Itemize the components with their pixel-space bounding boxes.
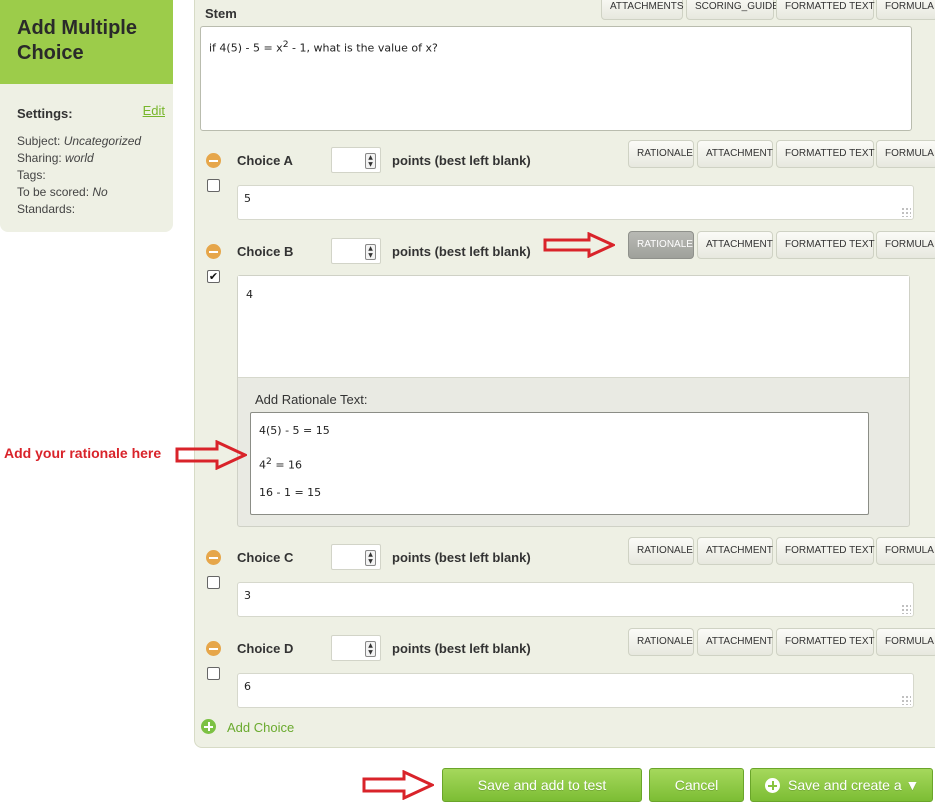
- rationale-line-2-base: 4: [259, 458, 266, 472]
- stem-attachments-button[interactable]: ATTACHMENTS: [601, 0, 684, 20]
- stem-formatted-text-button[interactable]: FORMATTED TEXT: [776, 0, 875, 20]
- choice-c-points-label: points (best left blank): [392, 550, 531, 565]
- stem-label: Stem: [205, 6, 237, 21]
- choice-c-attachment-button[interactable]: ATTACHMENT: [697, 537, 773, 565]
- scored-label: To be scored:: [17, 185, 90, 199]
- choice-d-attachment-button[interactable]: ATTACHMENT: [697, 628, 773, 656]
- settings-row: Settings: Edit: [17, 103, 165, 121]
- stem-text-end: - 1, what is the value of x?: [288, 41, 438, 55]
- settings-meta: Subject: Uncategorized Sharing: world Ta…: [17, 133, 167, 218]
- page-title: Add Multiple Choice: [17, 17, 137, 64]
- choice-d-answer-text: 6: [244, 680, 251, 693]
- sharing-line: Sharing: world: [17, 150, 167, 167]
- choice-a-formula-button[interactable]: FORMULA: [876, 140, 935, 168]
- choice-c-answer-text: 3: [244, 589, 251, 602]
- subject-label: Subject:: [17, 134, 61, 148]
- add-choice-plus-icon: [201, 719, 216, 734]
- rationale-text-input[interactable]: 4(5) - 5 = 15 42 = 16 16 - 1 = 15: [250, 412, 869, 515]
- spinner-arrows-icon[interactable]: ▲ ▼: [365, 550, 376, 566]
- choice-b-label: Choice B: [237, 244, 294, 259]
- sidebar-header: Add Multiple Choice: [0, 0, 173, 84]
- choice-d-points-input[interactable]: ▲ ▼: [331, 635, 381, 661]
- choice-a-points-input[interactable]: ▲ ▼: [331, 147, 381, 173]
- choice-a-correct-checkbox[interactable]: [207, 179, 220, 192]
- stem-scoring-guide-button[interactable]: SCORING_GUIDE: [686, 0, 779, 20]
- edit-settings-link[interactable]: Edit: [143, 103, 165, 118]
- choice-d-rationale-button[interactable]: RATIONALE: [628, 628, 694, 656]
- settings-sidebar: Add Multiple Choice Settings: Edit Subje…: [0, 0, 173, 232]
- choice-c-rationale-button[interactable]: RATIONALE: [628, 537, 694, 565]
- standards-label: Standards:: [17, 202, 76, 216]
- choice-b-formatted-text-button[interactable]: FORMATTED TEXT: [776, 231, 875, 259]
- choice-a-formatted-text-button[interactable]: FORMATTED TEXT: [776, 140, 875, 168]
- choice-b-points-label: points (best left blank): [392, 244, 531, 259]
- choice-d-points-label: points (best left blank): [392, 641, 531, 656]
- choice-d-label: Choice D: [237, 641, 294, 656]
- annotation-text: Add your rationale here: [4, 445, 162, 461]
- annotation-arrow-icon: [175, 440, 247, 470]
- choice-c-label: Choice C: [237, 550, 294, 565]
- remove-choice-d-icon[interactable]: [206, 641, 221, 656]
- subject-line: Subject: Uncategorized: [17, 133, 167, 150]
- stem-text-start: if 4(5) - 5 = x: [209, 41, 283, 55]
- choice-b-points-input[interactable]: ▲ ▼: [331, 238, 381, 264]
- tags-label: Tags:: [17, 168, 46, 182]
- rationale-line-2: 42 = 16: [259, 454, 860, 485]
- subject-value: Uncategorized: [63, 134, 142, 148]
- sharing-value: world: [65, 151, 94, 165]
- choice-c-correct-checkbox[interactable]: [207, 576, 220, 589]
- choice-a-attachment-button[interactable]: ATTACHMENT: [697, 140, 773, 168]
- spinner-arrows-icon[interactable]: ▲ ▼: [365, 244, 376, 260]
- choice-a-answer-text: 5: [244, 192, 251, 205]
- resize-grip-icon[interactable]: [901, 604, 911, 614]
- rationale-label: Add Rationale Text:: [255, 392, 368, 407]
- sharing-label: Sharing:: [17, 151, 62, 165]
- plus-circle-icon: [765, 778, 780, 793]
- choice-c-answer-input[interactable]: 3: [237, 582, 914, 617]
- choice-d-formula-button[interactable]: FORMULA: [876, 628, 935, 656]
- remove-choice-c-icon[interactable]: [206, 550, 221, 565]
- scored-value: No: [92, 185, 108, 199]
- scored-line: To be scored: No: [17, 184, 167, 201]
- annotation-arrow-icon: [362, 770, 434, 800]
- remove-choice-b-icon[interactable]: [206, 244, 221, 259]
- settings-label: Settings:: [17, 106, 73, 121]
- choice-d-answer-input[interactable]: 6: [237, 673, 914, 708]
- choice-b-answer-input[interactable]: 4: [238, 276, 909, 378]
- save-and-create-dropdown-button[interactable]: Save and create a ▼: [750, 768, 933, 802]
- rationale-line-2-rest: = 16: [271, 458, 303, 472]
- choice-d-correct-checkbox[interactable]: [207, 667, 220, 680]
- cancel-button[interactable]: Cancel: [649, 768, 744, 802]
- annotation-arrow-icon: [543, 232, 615, 258]
- spinner-arrows-icon[interactable]: ▲ ▼: [365, 641, 376, 657]
- spinner-arrows-icon[interactable]: ▲ ▼: [365, 153, 376, 169]
- choice-c-formula-button[interactable]: FORMULA: [876, 537, 935, 565]
- rationale-line-1: 4(5) - 5 = 15: [259, 424, 330, 437]
- choice-c-formatted-text-button[interactable]: FORMATTED TEXT: [776, 537, 875, 565]
- choice-a-answer-input[interactable]: 5: [237, 185, 914, 220]
- resize-grip-icon[interactable]: [901, 695, 911, 705]
- remove-choice-a-icon[interactable]: [206, 153, 221, 168]
- choice-b-correct-checkbox[interactable]: ✔: [207, 270, 220, 283]
- resize-grip-icon[interactable]: [901, 207, 911, 217]
- save-and-create-label: Save and create a ▼: [788, 777, 920, 793]
- choice-b-attachment-button[interactable]: ATTACHMENT: [697, 231, 773, 259]
- stem-input[interactable]: if 4(5) - 5 = x2 - 1, what is the value …: [200, 26, 912, 131]
- choice-a-rationale-button[interactable]: RATIONALE: [628, 140, 694, 168]
- add-choice-label: Add Choice: [227, 720, 295, 735]
- choice-c-points-input[interactable]: ▲ ▼: [331, 544, 381, 570]
- choice-a-label: Choice A: [237, 153, 293, 168]
- choice-b-formula-button[interactable]: FORMULA: [876, 231, 935, 259]
- choice-b-answer-text: 4: [246, 288, 253, 301]
- stem-formula-button[interactable]: FORMULA: [876, 0, 935, 20]
- rationale-line-3: 16 - 1 = 15: [259, 486, 322, 499]
- choice-d-formatted-text-button[interactable]: FORMATTED TEXT: [776, 628, 875, 656]
- choice-b-rationale-button[interactable]: RATIONALE: [628, 231, 694, 259]
- standards-line: Standards:: [17, 201, 167, 218]
- save-and-add-to-test-button[interactable]: Save and add to test: [442, 768, 642, 802]
- tags-line: Tags:: [17, 167, 167, 184]
- choice-b-expanded-panel: 4 Add Rationale Text: 4(5) - 5 = 15 42 =…: [237, 275, 910, 527]
- choice-a-points-label: points (best left blank): [392, 153, 531, 168]
